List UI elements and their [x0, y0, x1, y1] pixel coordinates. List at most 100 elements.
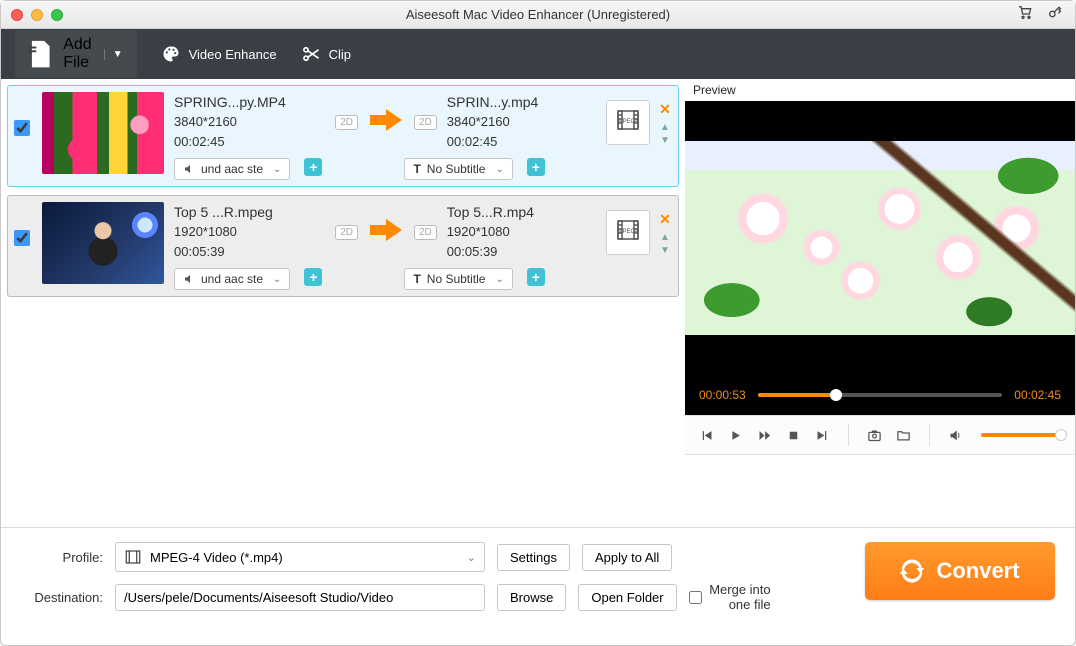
time-current: 00:00:53 [699, 388, 746, 402]
clip-label: Clip [329, 47, 351, 62]
edit-video-button[interactable]: MPEG4 [606, 100, 650, 145]
src-duration: 00:02:45 [174, 132, 325, 152]
destination-input[interactable]: /Users/pele/Documents/Aiseesoft Studio/V… [115, 584, 485, 611]
destination-value: /Users/pele/Documents/Aiseesoft Studio/V… [124, 590, 393, 605]
dst-duration: 00:02:45 [447, 132, 598, 152]
dst-filename: Top 5...R.mp4 [447, 202, 598, 222]
filmstrip-icon: MPEG4 [615, 107, 641, 133]
timebar: 00:00:53 00:02:45 [685, 375, 1075, 415]
add-audio-button[interactable]: + [304, 268, 322, 286]
player-controls [685, 415, 1075, 455]
file-add-icon [25, 39, 55, 69]
remove-item-button[interactable]: ✕ [659, 101, 671, 118]
cart-icon[interactable] [1017, 4, 1033, 25]
subtitle-t-icon: T [413, 272, 420, 286]
video-enhance-label: Video Enhance [189, 47, 277, 62]
chevron-down-icon: ⌄ [495, 164, 503, 175]
clip-button[interactable]: Clip [301, 44, 351, 64]
add-file-dropdown[interactable]: ▼ [104, 49, 131, 60]
move-down-button[interactable]: ▼ [660, 247, 670, 254]
dst-2d-badge: 2D [414, 115, 437, 130]
palette-icon [161, 44, 181, 64]
subtitle-select[interactable]: T No Subtitle ⌄ [404, 158, 512, 180]
thumbnail[interactable] [42, 92, 164, 174]
file-checkbox[interactable] [14, 120, 30, 136]
svg-text:MPEG4: MPEG4 [617, 119, 639, 125]
move-down-button[interactable]: ▼ [660, 137, 670, 144]
audio-track-select[interactable]: und aac ste ⌄ [174, 268, 290, 290]
add-subtitle-button[interactable]: + [527, 158, 545, 176]
add-file-label: Add File [63, 36, 91, 72]
move-up-button[interactable]: ▲ [660, 124, 670, 131]
edit-video-button[interactable]: MPEG4 [606, 210, 650, 255]
src-resolution: 3840*2160 [174, 114, 237, 129]
seek-fill [758, 393, 836, 397]
svg-text:MPEG4: MPEG4 [617, 229, 639, 235]
separator [848, 424, 849, 446]
destination-label: Destination: [21, 590, 103, 605]
src-2d-badge: 2D [335, 115, 358, 130]
add-file-button[interactable]: Add File ▼ [15, 30, 137, 78]
letterbox-bottom [685, 335, 1075, 375]
browse-button[interactable]: Browse [497, 584, 566, 611]
open-folder-button[interactable]: Open Folder [578, 584, 676, 611]
seek-track[interactable] [758, 393, 1003, 397]
play-icon[interactable] [728, 428, 743, 443]
profile-select[interactable]: MPEG-4 Video (*.mp4) ⌄ [115, 542, 485, 572]
stop-icon[interactable] [786, 428, 801, 443]
chevron-down-icon: ⌄ [467, 551, 476, 564]
merge-checkbox-label[interactable]: Merge into one file [689, 582, 771, 612]
video-frame[interactable] [685, 141, 1075, 335]
volume-track[interactable] [981, 433, 1061, 437]
filmstrip-icon [124, 548, 142, 566]
audio-track-label: und aac ste [201, 162, 263, 176]
snapshot-icon[interactable] [867, 428, 882, 443]
convert-label: Convert [936, 558, 1019, 584]
skip-back-icon[interactable] [699, 428, 714, 443]
arrow-icon [368, 105, 404, 140]
src-duration: 00:05:39 [174, 242, 325, 262]
file-checkbox[interactable] [14, 230, 30, 246]
src-2d-badge: 2D [335, 225, 358, 240]
settings-button[interactable]: Settings [497, 544, 570, 571]
seek-knob[interactable] [830, 389, 842, 401]
add-subtitle-button[interactable]: + [527, 268, 545, 286]
preview-pane: Preview 00:00:53 00:02:45 [685, 79, 1075, 527]
move-up-button[interactable]: ▲ [660, 234, 670, 241]
titlebar: Aiseesoft Mac Video Enhancer (Unregister… [1, 1, 1075, 29]
convert-button[interactable]: Convert [865, 542, 1055, 600]
add-audio-button[interactable]: + [304, 158, 322, 176]
thumbnail[interactable] [42, 202, 164, 284]
preview-label: Preview [685, 79, 1075, 101]
dst-duration: 00:05:39 [447, 242, 598, 262]
file-list: SPRING...py.MP4 3840*2160 00:02:45 2D 2D… [1, 79, 685, 527]
video-enhance-button[interactable]: Video Enhance [161, 44, 277, 64]
subtitle-label: No Subtitle [427, 162, 486, 176]
fast-forward-icon[interactable] [757, 428, 772, 443]
dst-filename: SPRIN...y.mp4 [447, 92, 598, 112]
merge-label: Merge into one file [708, 582, 771, 612]
apply-all-button[interactable]: Apply to All [582, 544, 672, 571]
letterbox-top [685, 101, 1075, 141]
volume-knob[interactable] [1055, 429, 1067, 441]
skip-forward-icon[interactable] [815, 428, 830, 443]
file-item[interactable]: Top 5 ...R.mpeg 1920*1080 00:05:39 2D 2D… [7, 195, 679, 297]
profile-label: Profile: [21, 550, 103, 565]
filmstrip-icon: MPEG4 [615, 217, 641, 243]
audio-track-label: und aac ste [201, 272, 263, 286]
subtitle-t-icon: T [413, 162, 420, 176]
dst-resolution: 3840*2160 [447, 112, 598, 132]
merge-checkbox[interactable] [689, 591, 702, 604]
file-item[interactable]: SPRING...py.MP4 3840*2160 00:02:45 2D 2D… [7, 85, 679, 187]
folder-icon[interactable] [896, 428, 911, 443]
key-icon[interactable] [1047, 4, 1063, 25]
audio-track-select[interactable]: und aac ste ⌄ [174, 158, 290, 180]
scissors-icon [301, 44, 321, 64]
remove-item-button[interactable]: ✕ [659, 211, 671, 228]
subtitle-label: No Subtitle [427, 272, 486, 286]
chevron-down-icon: ⌄ [273, 274, 281, 285]
src-filename: SPRING...py.MP4 [174, 92, 325, 112]
volume-icon[interactable] [948, 428, 963, 443]
subtitle-select[interactable]: T No Subtitle ⌄ [404, 268, 512, 290]
main-area: SPRING...py.MP4 3840*2160 00:02:45 2D 2D… [1, 79, 1075, 527]
